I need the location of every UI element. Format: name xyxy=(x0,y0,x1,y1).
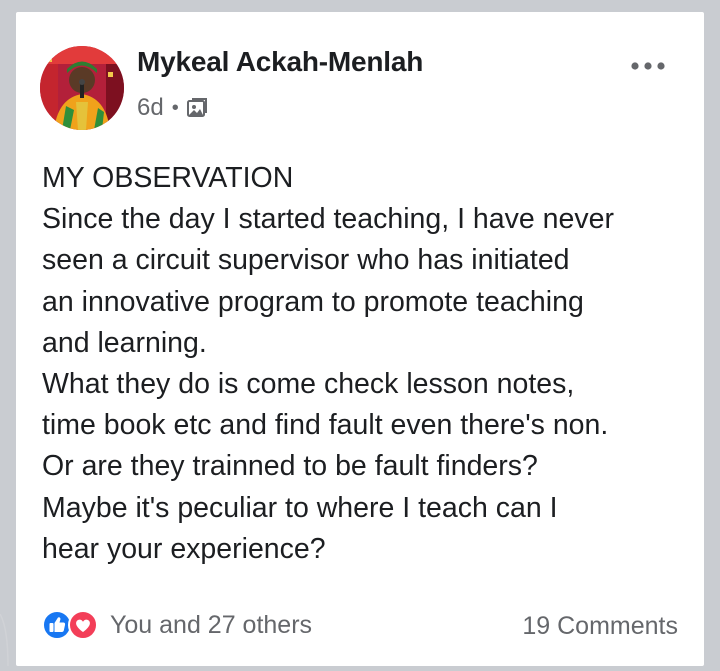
author-name[interactable]: Mykeal Ackah-Menlah xyxy=(137,46,423,78)
post-timestamp[interactable]: 6d xyxy=(137,94,164,122)
post-meta: 6d • xyxy=(137,94,208,122)
post-line: hear your experience? xyxy=(42,532,326,565)
post-card: Mykeal Ackah-Menlah 6d • MY OBSERVATION … xyxy=(16,12,704,666)
post-line: seen a circuit supervisor who has initia… xyxy=(42,244,570,277)
post-line: Since the day I started teaching, I have… xyxy=(42,203,614,236)
meta-separator: • xyxy=(171,96,179,119)
avatar[interactable] xyxy=(40,46,124,130)
reaction-icons xyxy=(42,610,98,640)
post-line: Maybe it's peculiar to where I teach can… xyxy=(42,491,558,524)
reactions-count[interactable]: You and 27 others xyxy=(110,611,312,640)
more-options-button[interactable] xyxy=(628,56,668,76)
love-icon xyxy=(68,610,98,640)
post-line: MY OBSERVATION xyxy=(42,162,294,194)
comments-count[interactable]: 19 Comments xyxy=(522,612,678,641)
post-line: What they do is come check lesson notes, xyxy=(42,368,575,401)
photo-album-icon[interactable] xyxy=(186,97,208,119)
post-body: MY OBSERVATION Since the day I started t… xyxy=(42,158,692,570)
reactions-summary[interactable]: You and 27 others xyxy=(42,610,312,640)
post-line: time book etc and find fault even there'… xyxy=(42,409,609,442)
post-line: an innovative program to promote teachin… xyxy=(42,285,584,318)
page-edge-decoration xyxy=(0,613,10,667)
more-horizontal-icon xyxy=(631,57,665,75)
post-line: Or are they trainned to be fault finders… xyxy=(42,450,538,483)
post-line: and learning. xyxy=(42,326,207,359)
